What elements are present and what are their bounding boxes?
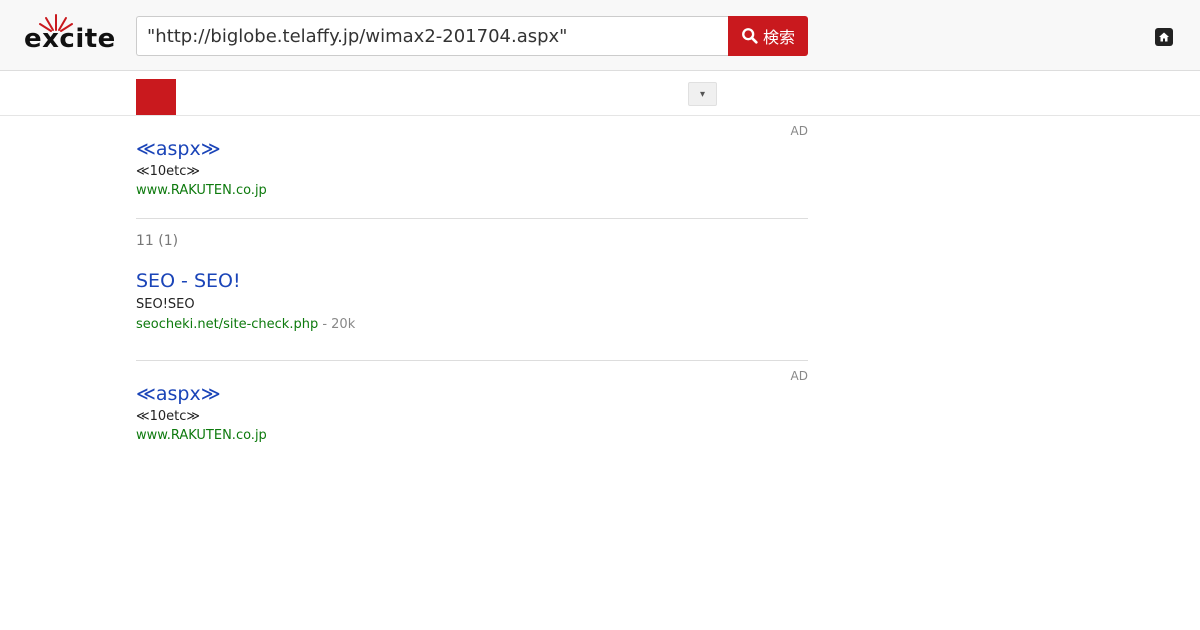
- home-glyph-icon: [1159, 32, 1169, 42]
- ad-result-top: AD ≪aspx≫ ≪10etc≫ www.RAKUTEN.co.jp: [136, 116, 808, 218]
- ad-description: ≪10etc≫: [136, 409, 201, 424]
- result-count: 11 (1): [136, 233, 179, 249]
- logo-text: excite: [24, 24, 116, 54]
- ad-description: ≪10etc≫: [136, 164, 201, 179]
- ad-title-link[interactable]: ≪aspx≫: [136, 383, 808, 405]
- result-url-line: seocheki.net/site-check.php - 20k: [136, 316, 808, 334]
- result-description: SEO!SEO: [136, 297, 195, 312]
- results-list: AD ≪aspx≫ ≪10etc≫ www.RAKUTEN.co.jp 11 (…: [136, 116, 808, 463]
- search-button-label: 検索: [762, 28, 795, 47]
- result-title-link[interactable]: SEO - SEO!: [136, 270, 808, 292]
- organic-result: SEO - SEO! SEO!SEO seocheki.net/site-che…: [136, 250, 808, 360]
- ad-label: AD: [790, 124, 808, 138]
- search-tabs: ▾: [0, 71, 1200, 116]
- tab-web-active[interactable]: [136, 79, 176, 115]
- tab-more-dropdown[interactable]: ▾: [688, 82, 717, 106]
- result-size: - 20k: [318, 317, 356, 332]
- chevron-down-icon: ▾: [699, 88, 706, 100]
- divider: [136, 218, 808, 219]
- ad-url[interactable]: www.RAKUTEN.co.jp: [136, 182, 808, 200]
- ad-result-bottom: AD ≪aspx≫ ≪10etc≫ www.RAKUTEN.co.jp: [136, 361, 808, 463]
- ad-label: AD: [790, 369, 808, 383]
- excite-logo[interactable]: excite: [24, 12, 116, 56]
- result-url[interactable]: seocheki.net/site-check.php: [136, 317, 318, 332]
- ad-title-link[interactable]: ≪aspx≫: [136, 138, 808, 160]
- search-input[interactable]: [136, 16, 728, 56]
- search-icon: [742, 28, 758, 44]
- search-button[interactable]: 検索: [728, 16, 808, 56]
- home-icon[interactable]: [1155, 28, 1173, 46]
- header: excite 検索: [0, 0, 1200, 71]
- ad-url[interactable]: www.RAKUTEN.co.jp: [136, 427, 808, 445]
